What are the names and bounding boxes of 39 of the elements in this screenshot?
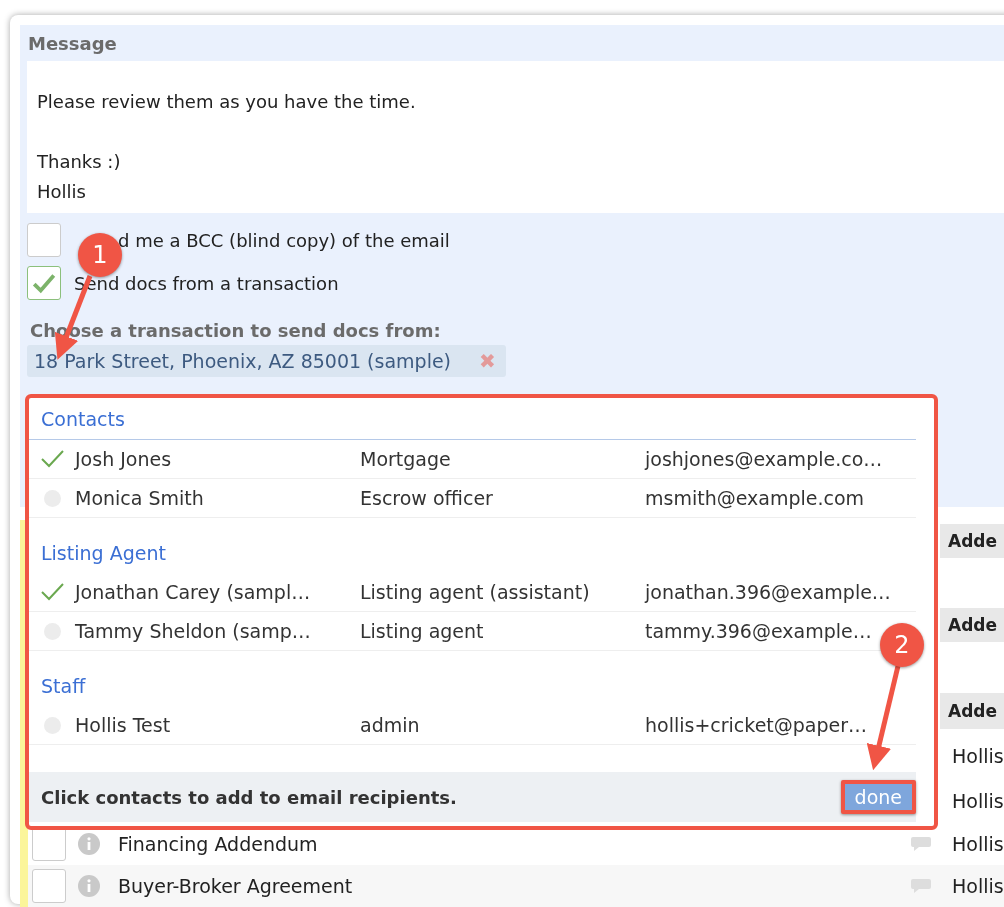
- contact-email: tammy.396@example…: [645, 620, 872, 642]
- checkbox[interactable]: [32, 869, 66, 903]
- group-title: Staff: [40, 674, 87, 699]
- column-header: Adde: [940, 692, 1004, 729]
- group-title: Contacts: [29, 402, 916, 440]
- checkbox[interactable]: [27, 223, 61, 257]
- contact-name[interactable]: Monica Smith: [75, 487, 360, 509]
- add-button[interactable]: Adde: [940, 524, 1004, 558]
- transaction-chip[interactable]: 18 Park Street, Phoenix, AZ 85001 (sample) ✖: [27, 345, 506, 377]
- comment-icon[interactable]: [910, 878, 932, 894]
- transaction-address: 18 Park Street, Phoenix, AZ 85001 (sample): [34, 350, 452, 372]
- checkbox[interactable]: [27, 266, 61, 300]
- info-icon[interactable]: [78, 833, 100, 855]
- message-field[interactable]: Please review them as you have the time. Thanks :) Hollis: [27, 61, 1004, 213]
- contact-role: Listing agent: [360, 620, 485, 642]
- contact-role: Escrow officer: [360, 487, 494, 509]
- add-button[interactable]: Adde: [940, 608, 1004, 642]
- contact-name[interactable]: Jonathan Carey (sampl…: [75, 581, 360, 603]
- hint-text: Click contacts to add to email recipients.: [41, 786, 457, 808]
- group-title: Listing Agent: [40, 541, 167, 566]
- message-label: Message: [28, 33, 118, 54]
- owner-text: Hollis: [951, 789, 1004, 812]
- contact-email: hollis+cricket@paper…: [645, 714, 868, 736]
- info-icon[interactable]: [78, 875, 100, 897]
- document-name[interactable]: Financing Addendum: [118, 833, 910, 855]
- contact-role: Mortgage: [360, 448, 452, 470]
- owner-text: Hollis: [951, 875, 1004, 897]
- contact-name[interactable]: Tammy Sheldon (samp…: [75, 620, 360, 642]
- contact-email: jonathan.396@example…: [645, 581, 891, 603]
- comment-icon[interactable]: [910, 836, 932, 852]
- owner-text: Hollis: [951, 744, 1004, 767]
- contact-role: Listing agent (assistant): [360, 581, 591, 603]
- contact-email: joshjones@example.co…: [645, 448, 883, 470]
- contact-name[interactable]: Josh Jones: [75, 448, 360, 470]
- document-name[interactable]: Buyer-Broker Agreement: [118, 875, 910, 897]
- contact-role: admin: [360, 714, 421, 736]
- contact-name[interactable]: Hollis Test: [75, 714, 360, 736]
- owner-text: Hollis: [951, 833, 1004, 855]
- contact-email: msmith@example.com: [645, 487, 865, 509]
